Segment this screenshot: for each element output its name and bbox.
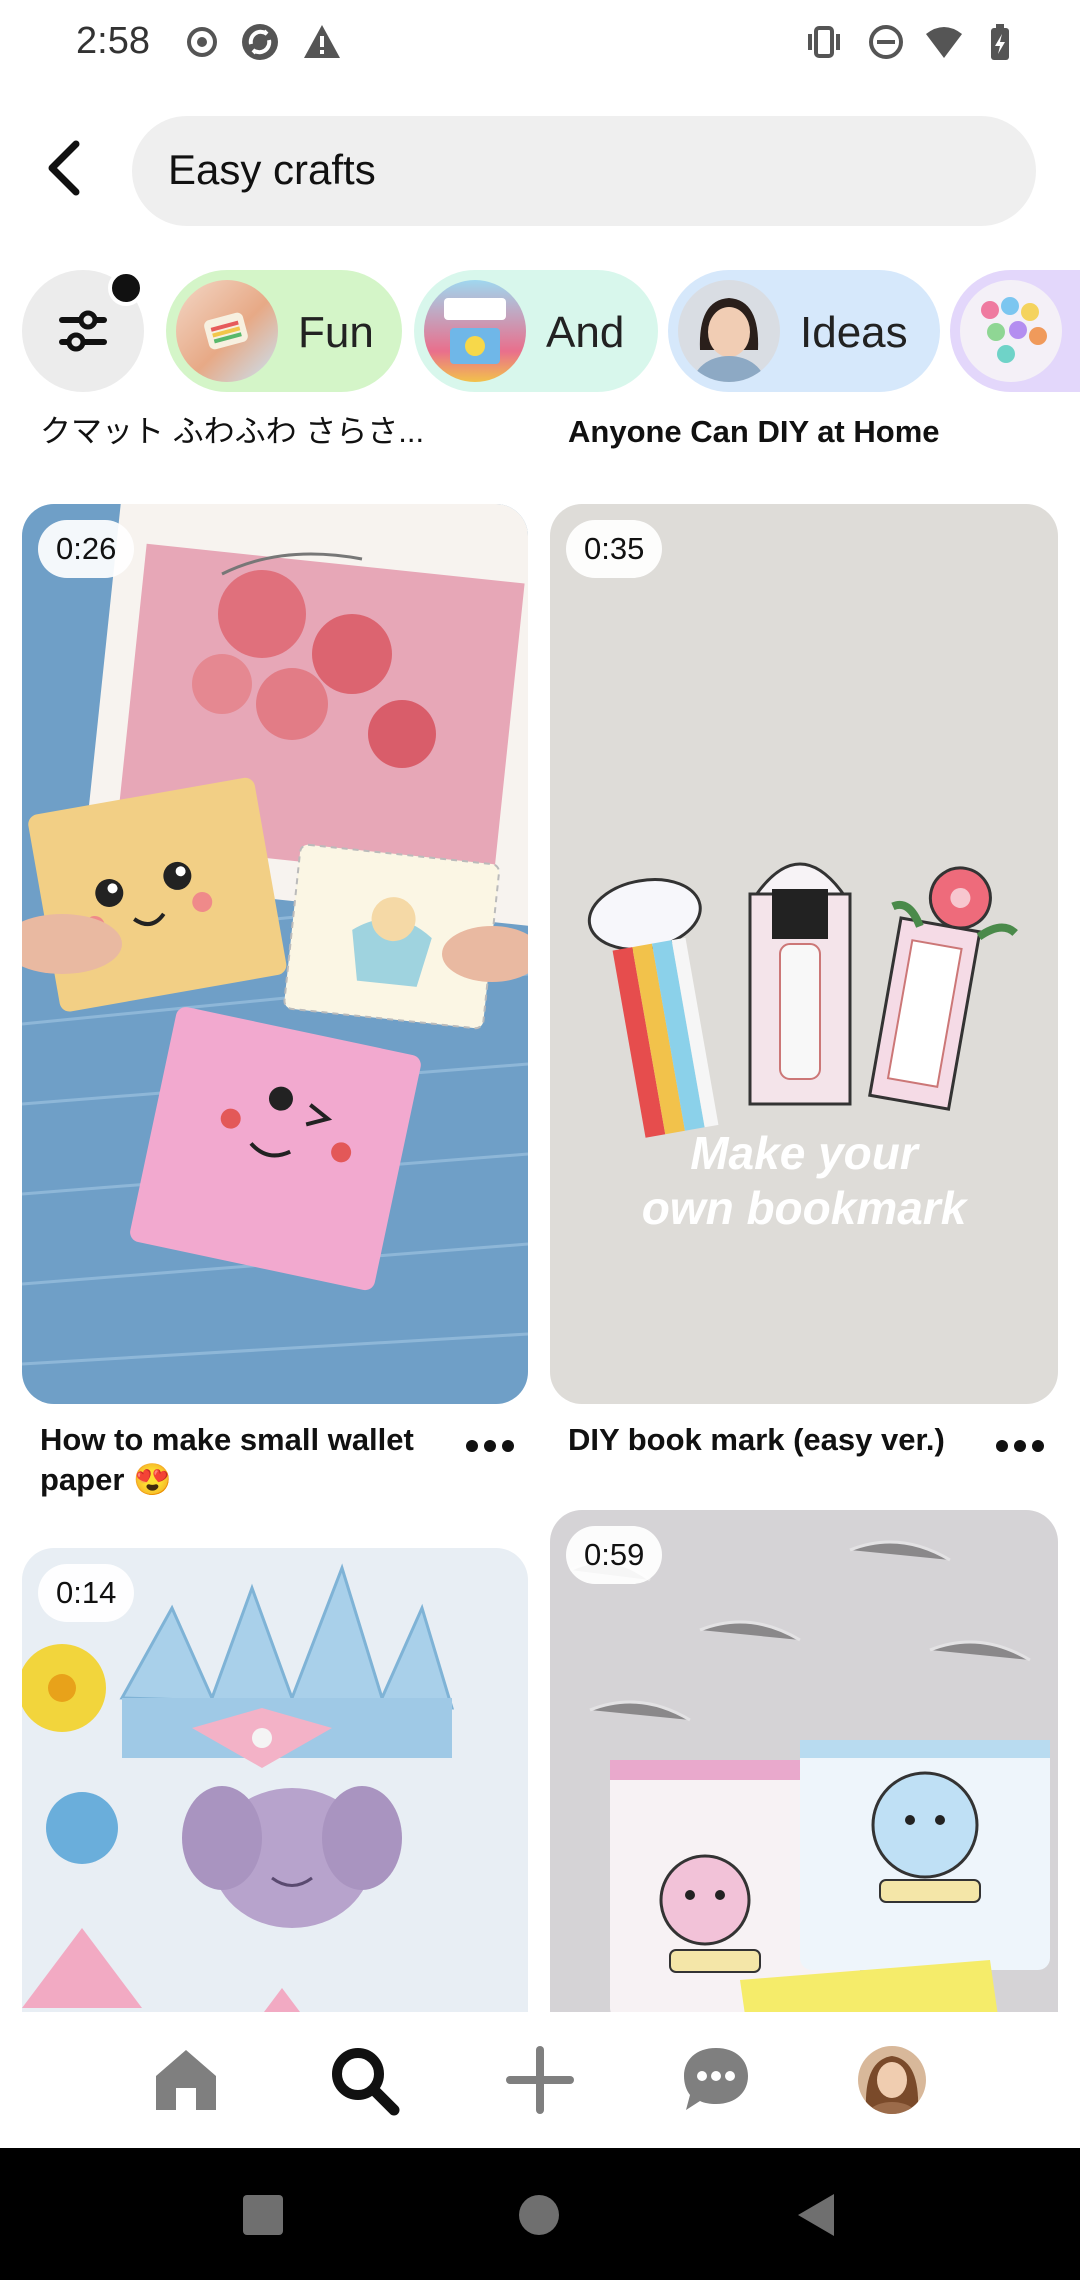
pin-feed: クマット ふわふわ さらさ... Anyone Can DIY at Home bbox=[0, 392, 1080, 2012]
messages-icon[interactable] bbox=[676, 2040, 756, 2120]
more-options-icon[interactable] bbox=[990, 1426, 1050, 1466]
warning-icon bbox=[304, 25, 340, 58]
chip-fun[interactable]: Fun bbox=[166, 270, 402, 392]
recents-square-icon[interactable] bbox=[242, 2194, 284, 2236]
chip-and[interactable]: And bbox=[414, 270, 658, 392]
profile-avatar[interactable] bbox=[852, 2040, 932, 2120]
chip-extra-thumbnail bbox=[960, 280, 1062, 382]
pin-wallet-image bbox=[22, 504, 528, 1404]
home-circle-icon[interactable] bbox=[518, 2194, 560, 2236]
back-triangle-icon[interactable] bbox=[794, 2192, 836, 2238]
search-input[interactable]: Easy crafts bbox=[132, 116, 1036, 226]
filter-chips-row: Fun And Ideas bbox=[0, 270, 1080, 392]
vibrate-icon bbox=[808, 26, 840, 58]
duration-badge: 0:26 bbox=[38, 520, 135, 578]
chip-extra[interactable] bbox=[950, 270, 1080, 392]
chip-ideas[interactable]: Ideas bbox=[668, 270, 940, 392]
system-navigation-bar bbox=[0, 2148, 1080, 2280]
prev-pin-caption-right: Anyone Can DIY at Home bbox=[568, 414, 940, 449]
prev-pin-caption-left: クマット ふわふわ さらさ... bbox=[40, 414, 425, 449]
pin-wallet-title[interactable]: How to make small wallet paper 😍 bbox=[40, 1420, 440, 1500]
filter-active-dot bbox=[108, 270, 144, 306]
chip-fun-label: Fun bbox=[298, 308, 374, 357]
back-button[interactable] bbox=[36, 136, 92, 200]
chip-fun-thumbnail bbox=[176, 280, 278, 382]
bookmark-overlay-line1: Make your bbox=[690, 1127, 920, 1179]
chip-and-label: And bbox=[546, 308, 625, 357]
pin-candy-image bbox=[550, 1510, 1058, 2012]
bottom-navigation bbox=[0, 2012, 1080, 2148]
duration-badge: 0:59 bbox=[566, 1526, 663, 1584]
battery-icon bbox=[991, 24, 1009, 60]
pin-bookmark-image: Make your own bookmark bbox=[550, 504, 1058, 1404]
search-icon[interactable] bbox=[324, 2040, 404, 2120]
bookmark-overlay-line2: own bookmark bbox=[642, 1182, 969, 1234]
pin-crown-video[interactable]: 0:14 bbox=[22, 1548, 528, 2012]
pin-wallet-video[interactable]: 0:26 bbox=[22, 504, 528, 1404]
chip-ideas-label: Ideas bbox=[800, 308, 908, 357]
search-query: Easy crafts bbox=[168, 146, 376, 193]
more-options-icon[interactable] bbox=[460, 1426, 520, 1466]
chip-and-thumbnail bbox=[424, 280, 526, 382]
pin-bookmark-video[interactable]: Make your own bookmark 0:35 bbox=[550, 504, 1058, 1404]
sync-icon bbox=[242, 24, 278, 60]
pin-candy-video[interactable]: 0:59 bbox=[550, 1510, 1058, 2012]
back-arrow-icon bbox=[48, 140, 80, 196]
do-not-disturb-icon bbox=[869, 25, 903, 59]
duration-badge: 0:14 bbox=[38, 1564, 135, 1622]
chip-ideas-thumbnail bbox=[678, 280, 780, 382]
duration-badge: 0:35 bbox=[566, 520, 663, 578]
pin-bookmark-title[interactable]: DIY book mark (easy ver.) bbox=[568, 1420, 968, 1460]
status-bar: 2:58 bbox=[0, 0, 1080, 88]
record-icon bbox=[187, 27, 217, 57]
create-plus-icon[interactable] bbox=[500, 2040, 580, 2120]
status-time: 2:58 bbox=[76, 20, 150, 62]
home-icon[interactable] bbox=[146, 2040, 226, 2120]
wifi-icon bbox=[926, 27, 962, 58]
